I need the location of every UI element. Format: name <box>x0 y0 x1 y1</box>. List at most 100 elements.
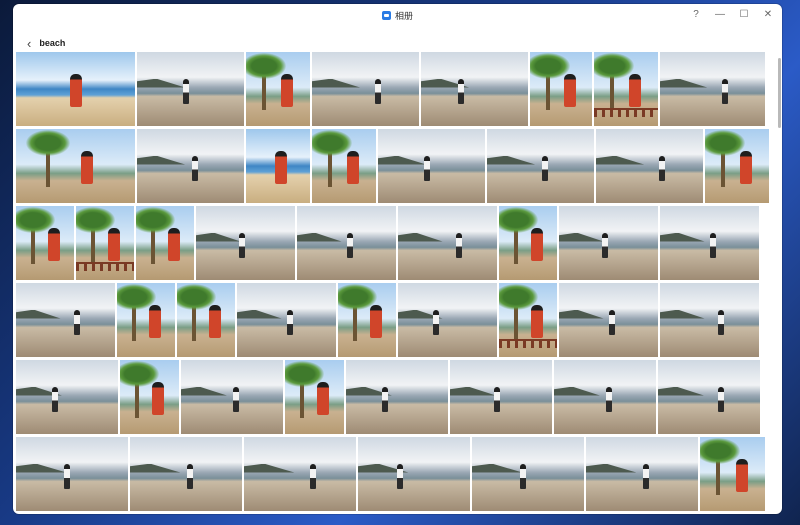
back-arrow-icon[interactable]: ‹ <box>27 37 31 50</box>
photo-thumbnail[interactable] <box>16 360 118 434</box>
person-red-dress <box>275 151 287 184</box>
photo-thumbnail[interactable] <box>16 129 135 203</box>
photo-thumbnail[interactable] <box>660 52 765 126</box>
photo-thumbnail[interactable] <box>378 129 485 203</box>
person-figure <box>520 463 526 489</box>
photo-row <box>16 129 769 203</box>
photo-thumbnail[interactable] <box>76 206 134 280</box>
close-icon[interactable]: ✕ <box>762 8 774 22</box>
photo-thumbnail[interactable] <box>237 283 336 357</box>
hill-shape <box>237 309 282 319</box>
photo-thumbnail[interactable] <box>660 283 759 357</box>
hill-shape <box>472 463 523 473</box>
person-figure <box>643 463 649 489</box>
help-icon[interactable]: ? <box>690 8 702 22</box>
photo-thumbnail[interactable] <box>16 206 74 280</box>
photo-thumbnail[interactable] <box>559 283 658 357</box>
title-bar[interactable]: 相册 ? — ☐ ✕ <box>13 4 782 26</box>
photo-row <box>16 206 765 280</box>
person-red-dress <box>531 305 543 338</box>
window-controls: ? — ☐ ✕ <box>690 8 774 22</box>
photo-thumbnail[interactable] <box>586 437 698 511</box>
photo-thumbnail[interactable] <box>196 206 295 280</box>
photo-thumbnail[interactable] <box>487 129 594 203</box>
photo-thumbnail[interactable] <box>297 206 396 280</box>
photo-thumbnail[interactable] <box>312 52 419 126</box>
photo-thumbnail[interactable] <box>554 360 656 434</box>
person-figure <box>494 386 500 412</box>
hill-shape <box>559 232 604 242</box>
album-title: beach <box>39 38 66 48</box>
photo-row <box>16 360 765 434</box>
hill-shape <box>398 232 443 242</box>
photo-thumbnail[interactable] <box>137 52 244 126</box>
photo-thumbnail[interactable] <box>312 129 376 203</box>
photo-row <box>16 283 765 357</box>
hill-shape <box>559 309 604 319</box>
person-red-dress <box>149 305 161 338</box>
person-red-dress <box>108 228 120 261</box>
photo-thumbnail[interactable] <box>181 360 283 434</box>
photo-thumbnail[interactable] <box>117 283 175 357</box>
photo-thumbnail[interactable] <box>658 360 760 434</box>
person-figure <box>433 309 439 335</box>
person-red-dress <box>281 74 293 107</box>
person-figure <box>310 463 316 489</box>
person-figure <box>187 463 193 489</box>
photo-thumbnail[interactable] <box>120 360 179 434</box>
photo-thumbnail[interactable] <box>246 52 310 126</box>
photo-thumbnail[interactable] <box>346 360 448 434</box>
hill-shape <box>450 386 496 396</box>
person-figure <box>183 78 189 104</box>
person-red-dress <box>81 151 93 184</box>
hill-shape <box>660 309 705 319</box>
photo-thumbnail[interactable] <box>594 52 658 126</box>
photo-thumbnail[interactable] <box>246 129 310 203</box>
palm-fronds <box>26 130 70 157</box>
hill-shape <box>181 386 227 396</box>
photo-thumbnail[interactable] <box>472 437 584 511</box>
scrollbar[interactable] <box>778 58 781 128</box>
photo-thumbnail[interactable] <box>177 283 235 357</box>
photo-thumbnail[interactable] <box>16 283 115 357</box>
person-figure <box>52 386 58 412</box>
photo-thumbnail[interactable] <box>450 360 552 434</box>
hill-shape <box>16 309 61 319</box>
photo-thumbnail[interactable] <box>16 437 128 511</box>
hill-shape <box>244 463 295 473</box>
photo-thumbnail[interactable] <box>398 283 497 357</box>
photo-thumbnail[interactable] <box>596 129 703 203</box>
person-figure <box>64 463 70 489</box>
photo-thumbnail[interactable] <box>244 437 356 511</box>
photo-thumbnail[interactable] <box>285 360 344 434</box>
person-figure <box>375 78 381 104</box>
photo-row <box>16 437 765 511</box>
photo-thumbnail[interactable] <box>499 283 557 357</box>
hill-shape <box>660 78 708 88</box>
photo-thumbnail[interactable] <box>705 129 769 203</box>
photo-thumbnail[interactable] <box>137 129 244 203</box>
photo-thumbnail[interactable] <box>421 52 528 126</box>
hill-shape <box>137 155 186 165</box>
person-figure <box>397 463 403 489</box>
person-figure <box>722 78 728 104</box>
photo-thumbnail[interactable] <box>559 206 658 280</box>
person-red-dress <box>347 151 359 184</box>
photo-thumbnail[interactable] <box>499 206 557 280</box>
person-red-dress <box>370 305 382 338</box>
photo-thumbnail[interactable] <box>660 206 759 280</box>
photo-thumbnail[interactable] <box>130 437 242 511</box>
photo-thumbnail[interactable] <box>398 206 497 280</box>
palm-fronds <box>594 53 634 80</box>
photos-app-icon <box>381 10 391 20</box>
photo-thumbnail[interactable] <box>358 437 470 511</box>
hill-shape <box>378 155 427 165</box>
photo-thumbnail[interactable] <box>136 206 194 280</box>
person-figure <box>456 232 462 258</box>
photo-thumbnail[interactable] <box>16 52 135 126</box>
photo-thumbnail[interactable] <box>700 437 765 511</box>
photo-thumbnail[interactable] <box>338 283 396 357</box>
photo-thumbnail[interactable] <box>530 52 592 126</box>
maximize-icon[interactable]: ☐ <box>738 8 750 22</box>
minimize-icon[interactable]: — <box>714 8 726 22</box>
